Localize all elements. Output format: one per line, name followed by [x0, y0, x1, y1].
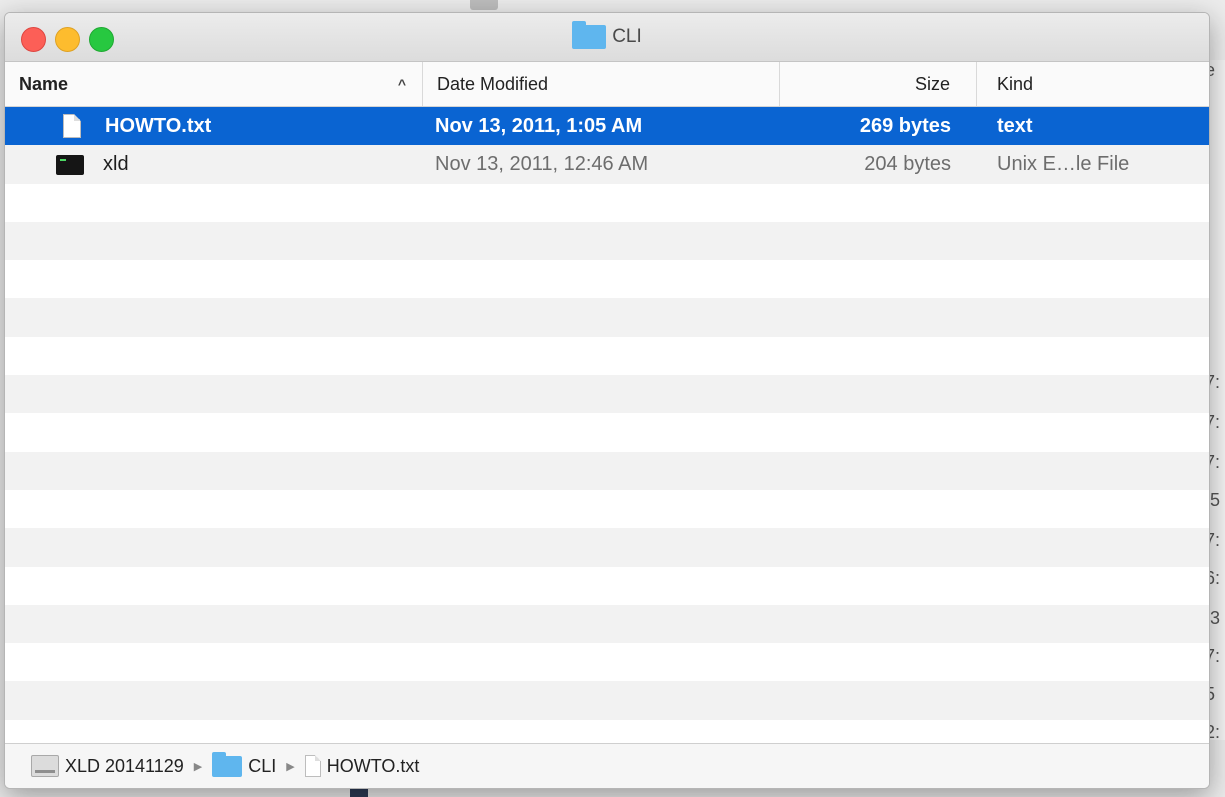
path-item-folder[interactable]: CLI	[212, 751, 277, 777]
path-item-file[interactable]: HOWTO.txt	[304, 755, 420, 777]
background-tab	[470, 0, 498, 10]
path-item-label: HOWTO.txt	[326, 755, 420, 776]
file-date-modified: Nov 13, 2011, 12:46 AM	[435, 153, 649, 176]
column-header-name-label: Name	[19, 74, 69, 94]
column-header: Name ^ Date Modified Size Kind	[5, 62, 1209, 107]
empty-row	[5, 567, 1209, 605]
empty-row	[5, 337, 1209, 375]
hard-drive-icon	[31, 755, 59, 777]
path-item-label: XLD 20141129	[65, 755, 184, 776]
empty-row	[5, 604, 1209, 644]
sort-ascending-icon: ^	[397, 76, 406, 92]
empty-row	[5, 184, 1209, 222]
file-name: HOWTO.txt	[105, 115, 212, 137]
file-row[interactable]: HOWTO.txt Nov 13, 2011, 1:05 AM 269 byte…	[5, 107, 1209, 146]
text-document-icon	[304, 755, 321, 777]
empty-row	[5, 260, 1209, 298]
path-item-volume[interactable]: XLD 20141129	[31, 755, 184, 777]
column-header-size[interactable]: Size	[780, 62, 977, 106]
path-separator-icon: ▶	[286, 760, 295, 773]
empty-row	[5, 451, 1209, 490]
unix-executable-icon	[56, 155, 84, 176]
file-kind: Unix E…le File	[997, 153, 1130, 176]
file-size: 269 bytes	[859, 115, 951, 137]
window-title-text: CLI	[612, 26, 642, 47]
column-header-name[interactable]: Name ^	[5, 62, 423, 106]
empty-row	[5, 681, 1209, 720]
file-kind: text	[997, 115, 1033, 137]
empty-row	[5, 375, 1209, 414]
file-list: HOWTO.txt Nov 13, 2011, 1:05 AM 269 byte…	[5, 107, 1209, 758]
empty-row	[5, 413, 1209, 451]
empty-row	[5, 528, 1209, 567]
empty-row	[5, 643, 1209, 681]
empty-row	[5, 298, 1209, 337]
file-row[interactable]: xld Nov 13, 2011, 12:46 AM 204 bytes Uni…	[5, 145, 1209, 184]
file-date-modified: Nov 13, 2011, 1:05 AM	[435, 115, 643, 137]
column-header-kind[interactable]: Kind	[977, 62, 1209, 106]
text-document-icon	[63, 114, 81, 138]
empty-row	[5, 490, 1209, 528]
file-size: 204 bytes	[864, 153, 951, 176]
folder-icon	[212, 751, 243, 777]
finder-window: CLI Name ^ Date Modified Size Kind HOWTO…	[4, 12, 1210, 789]
file-name: xld	[103, 153, 129, 176]
path-bar: XLD 20141129 ▶ CLI ▶ HOWTO.txt	[5, 743, 1209, 788]
column-header-date-modified[interactable]: Date Modified	[423, 62, 780, 106]
folder-icon	[572, 21, 607, 49]
path-item-label: CLI	[248, 755, 277, 776]
window-title: CLI	[5, 21, 1209, 55]
title-bar[interactable]: CLI	[5, 13, 1209, 62]
path-separator-icon: ▶	[193, 760, 203, 773]
empty-row	[5, 221, 1209, 261]
